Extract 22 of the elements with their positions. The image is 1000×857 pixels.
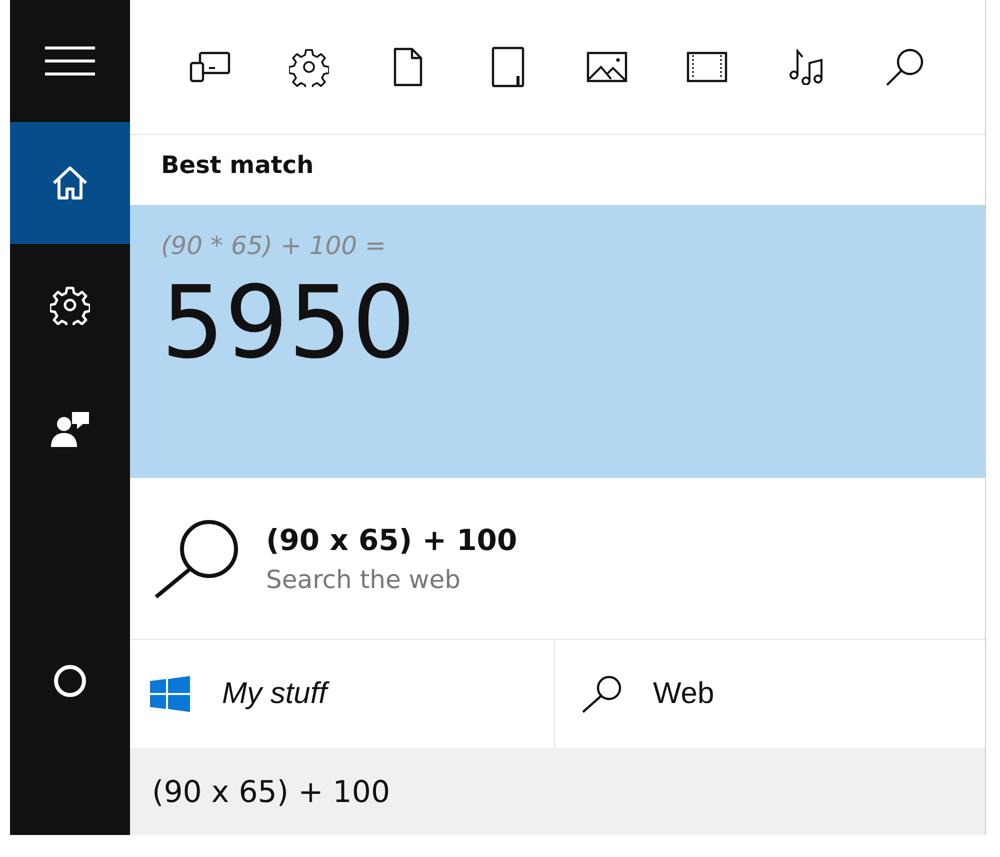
picture-icon [586,51,628,83]
music-notes-icon [788,49,824,85]
film-icon [686,51,728,83]
home-icon [52,166,88,200]
devices-icon [188,51,231,83]
web-suggestion-title[interactable]: (90 x 65) + 100 [266,523,518,557]
document-icon [393,47,424,87]
gear-icon [289,47,330,87]
result-value: 5950 [161,268,416,378]
web-suggestion-subtitle: Search the web [266,565,462,594]
menu-icon [44,46,96,76]
section-heading: Best match [160,150,315,181]
windows-logo-icon [150,676,190,712]
expression-text: (90 * 65) + 100 = [161,231,387,260]
tablet-icon [490,46,525,88]
gear-icon [50,285,90,325]
circle-icon [53,664,87,698]
search-icon [885,47,926,87]
calculator-result-card[interactable]: (90 * 65) + 100 = 5950 [130,205,985,478]
search-field[interactable]: (90 x 65) + 100 [130,749,985,835]
search-icon [152,518,240,600]
home-button[interactable] [10,122,130,244]
